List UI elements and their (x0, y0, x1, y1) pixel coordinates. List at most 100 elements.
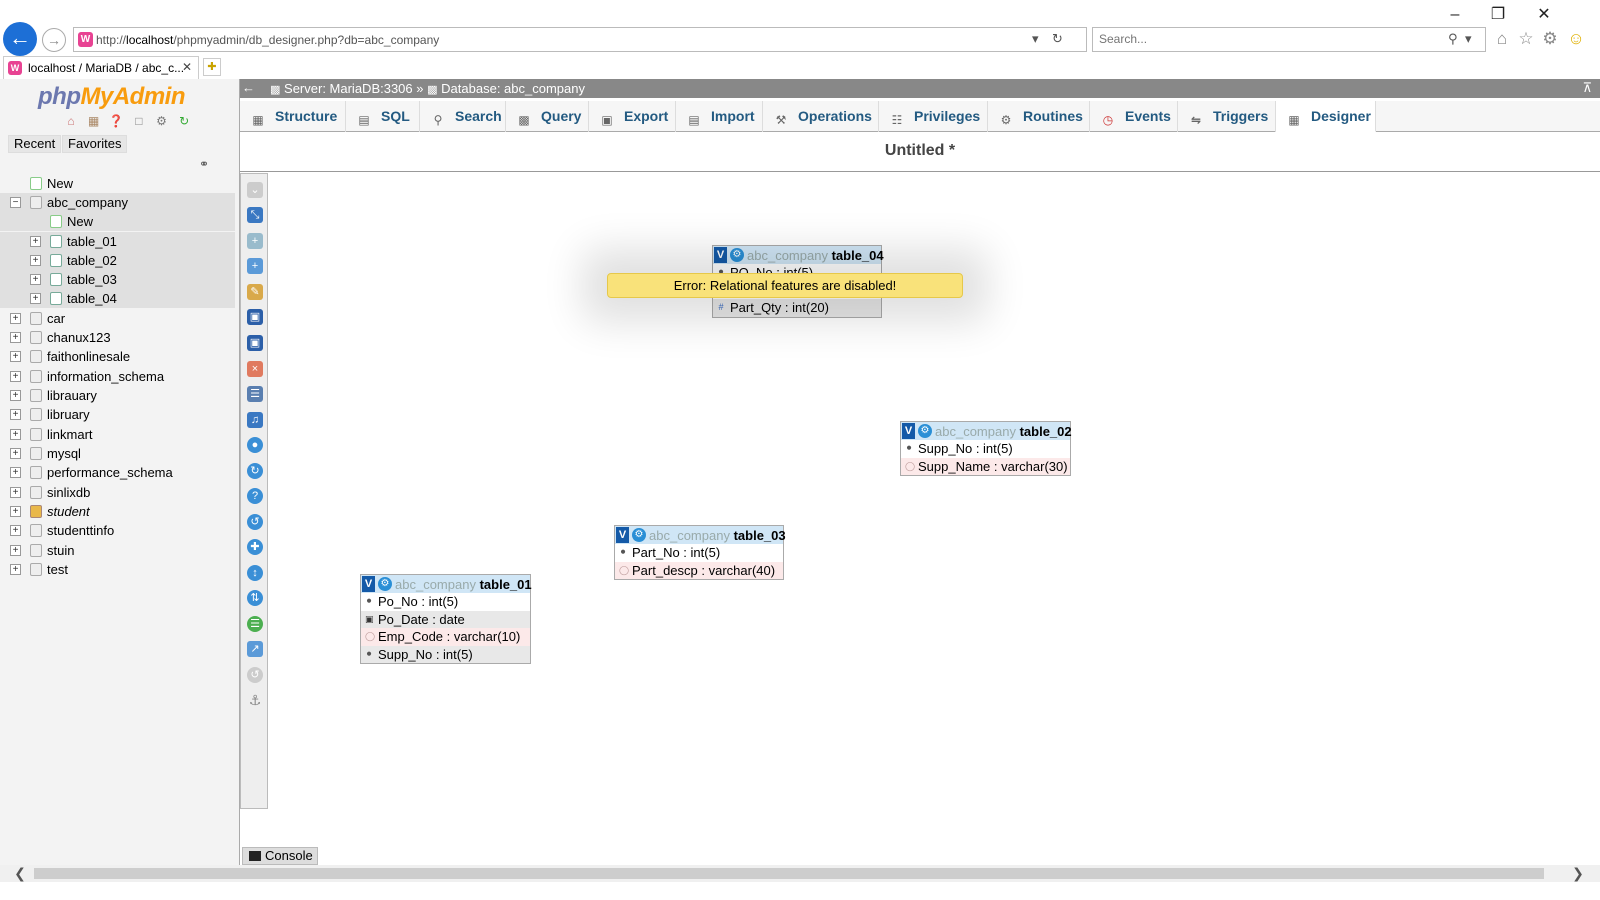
collapse-icon[interactable]: − (10, 197, 21, 208)
tree-item-database[interactable]: + faithonlinesale (0, 347, 235, 366)
horizontal-scrollbar[interactable]: ❮ ❯ (0, 865, 1600, 882)
table-column-row[interactable]: ◯ Part_descp : varchar(40) (615, 561, 783, 579)
tree-item-database[interactable]: + libruary (0, 405, 235, 424)
expand-icon[interactable]: + (10, 371, 21, 382)
expand-icon[interactable]: + (10, 409, 21, 420)
new-page-icon[interactable]: + (247, 233, 263, 249)
expand-icon[interactable]: + (10, 390, 21, 401)
scroll-top-icon[interactable]: ⊼ (1582, 80, 1592, 96)
expand-icon[interactable]: + (10, 564, 21, 575)
expand-icon[interactable]: + (10, 313, 21, 324)
home-icon[interactable]: ⌂ (1491, 28, 1513, 50)
tab-routines[interactable]: ⚙ Routines (988, 101, 1090, 132)
create-table-icon[interactable]: ☰ (247, 386, 263, 402)
designer-table[interactable]: V ⚙ abc_company table_03 ⚫ Part_No : int(… (614, 525, 786, 580)
tree-item-database[interactable]: + test (0, 560, 235, 579)
tree-item-database[interactable]: + librauary (0, 386, 235, 405)
tab-search[interactable]: ⚲ Search (420, 101, 506, 132)
snap-to-grid-icon[interactable]: ✚ (247, 539, 263, 555)
sql-query-icon[interactable]: ▦ (86, 113, 102, 129)
new-tab-icon[interactable]: ✚ (203, 58, 221, 76)
toggle-columns-icon[interactable]: V (616, 527, 629, 543)
designer-table[interactable]: V ⚙ abc_company table_01 ⚫ Po_No : int(5)… (360, 574, 532, 664)
small-big-all-icon[interactable]: ↕ (247, 565, 263, 581)
settings-icon[interactable]: ⚙ (154, 113, 170, 129)
tree-item-database[interactable]: + information_schema (0, 367, 235, 386)
browser-tab[interactable]: W localhost / MariaDB / abc_c... ✕ (3, 56, 199, 79)
table-options-icon[interactable]: ⚙ (632, 528, 646, 542)
scroll-left-icon[interactable]: ❮ (10, 865, 30, 882)
designer-table-header[interactable]: V ⚙ abc_company table_02 (901, 422, 1072, 440)
choose-display-column-icon[interactable]: ● (247, 437, 263, 453)
table-column-row[interactable]: ◯ Supp_Name : varchar(30) (901, 457, 1070, 475)
tree-item-database[interactable]: + sinlixdb (0, 483, 235, 502)
pin-text-icon[interactable]: ⚓ (247, 692, 263, 708)
breadcrumb-server[interactable]: Server: MariaDB:3306 (284, 81, 413, 96)
table-options-icon[interactable]: ⚙ (918, 424, 932, 438)
delete-page-icon[interactable]: × (247, 361, 263, 377)
table-column-row[interactable]: ▣ Po_Date : date (361, 610, 530, 628)
tab-designer[interactable]: ▦ Designer (1276, 101, 1376, 132)
gear-icon[interactable]: ⚙ (1539, 28, 1561, 50)
fullscreen-icon[interactable]: ⤡ (247, 207, 263, 223)
tree-item-new-table[interactable]: New (0, 212, 235, 231)
tree-item-database[interactable]: + linkmart (0, 425, 235, 444)
forward-button[interactable]: → (42, 28, 66, 52)
show-hide-menu-icon[interactable]: ⌄ (247, 182, 263, 198)
expand-icon[interactable]: + (10, 506, 21, 517)
toggle-relation-lines-icon[interactable]: ☰ (247, 616, 263, 632)
dropdown-arrow-icon[interactable]: ▾ (1032, 31, 1039, 47)
expand-icon[interactable]: + (10, 332, 21, 343)
link-icon[interactable]: ⚭ (199, 157, 209, 171)
docs-icon[interactable]: □ (131, 113, 147, 129)
designer-table-header[interactable]: V ⚙ abc_company table_04 (713, 246, 884, 264)
designer-table[interactable]: V ⚙ abc_company table_02 ⚫ Supp_No : int(… (900, 421, 1072, 476)
breadcrumb-database[interactable]: Database: abc_company (441, 81, 585, 96)
back-button[interactable]: ← (3, 22, 37, 56)
tab-triggers[interactable]: ⇋ Triggers (1178, 101, 1276, 132)
table-column-row[interactable]: ⚫ Supp_No : int(5) (361, 645, 530, 663)
smiley-icon[interactable]: ☺ (1565, 28, 1587, 50)
tree-item-table[interactable]: + table_03 (0, 270, 235, 289)
browser-search-input[interactable] (1093, 28, 1433, 50)
edit-page-icon[interactable]: ✎ (247, 284, 263, 300)
tab-privileges[interactable]: ☷ Privileges (879, 101, 988, 132)
help-icon[interactable]: ❓ (108, 113, 124, 129)
angular-links-icon[interactable]: ↺ (247, 514, 263, 530)
table-column-row[interactable]: ◯ Emp_Code : varchar(10) (361, 628, 530, 646)
tree-item-new-database[interactable]: New (0, 174, 235, 193)
search-dropdown-icon[interactable]: ▾ (1465, 31, 1472, 47)
expand-icon[interactable]: + (30, 274, 41, 285)
tree-item-database[interactable]: + performance_schema (0, 463, 235, 482)
address-url[interactable]: http://localhost/phpmyadmin/db_designer.… (96, 33, 439, 47)
reload-icon[interactable]: ↻ (247, 463, 263, 479)
expand-icon[interactable]: + (10, 525, 21, 536)
tab-sql[interactable]: ▤ SQL (346, 101, 420, 132)
tree-item-database[interactable]: + chanux123 (0, 328, 235, 347)
expand-icon[interactable]: + (30, 236, 41, 247)
tab-operations[interactable]: ⚒ Operations (763, 101, 879, 132)
designer-table-header[interactable]: V ⚙ abc_company table_03 (615, 526, 786, 544)
help-icon[interactable]: ? (247, 488, 263, 504)
tree-item-database[interactable]: + studenttinfo (0, 521, 235, 540)
expand-icon[interactable]: + (10, 448, 21, 459)
home-icon[interactable]: ⌂ (63, 113, 79, 129)
tree-item-table[interactable]: + table_02 (0, 251, 235, 270)
designer-table-header[interactable]: V ⚙ abc_company table_01 (361, 575, 532, 593)
table-column-row[interactable]: ⚫ Po_No : int(5) (361, 593, 530, 611)
browser-search-box[interactable]: ⚲ ▾ (1092, 27, 1486, 52)
tree-item-database[interactable]: + mysql (0, 444, 235, 463)
tree-item-database[interactable]: + car (0, 309, 235, 328)
tree-item-database[interactable]: + student (0, 502, 235, 521)
expand-icon[interactable]: + (10, 429, 21, 440)
create-relation-icon[interactable]: ♫ (247, 412, 263, 428)
tab-favorites[interactable]: Favorites (62, 135, 128, 153)
magnifier-icon[interactable]: ⚲ (1448, 31, 1458, 47)
move-menu-icon[interactable]: ↺ (247, 667, 263, 683)
tab-import[interactable]: ▤ Import (676, 101, 763, 132)
scroll-right-icon[interactable]: ❯ (1568, 865, 1588, 882)
tab-structure[interactable]: ▦ Structure (240, 101, 346, 132)
tree-item-database[interactable]: + stuin (0, 541, 235, 560)
save-as-icon[interactable]: ▣ (247, 335, 263, 351)
star-icon[interactable]: ☆ (1515, 28, 1537, 50)
